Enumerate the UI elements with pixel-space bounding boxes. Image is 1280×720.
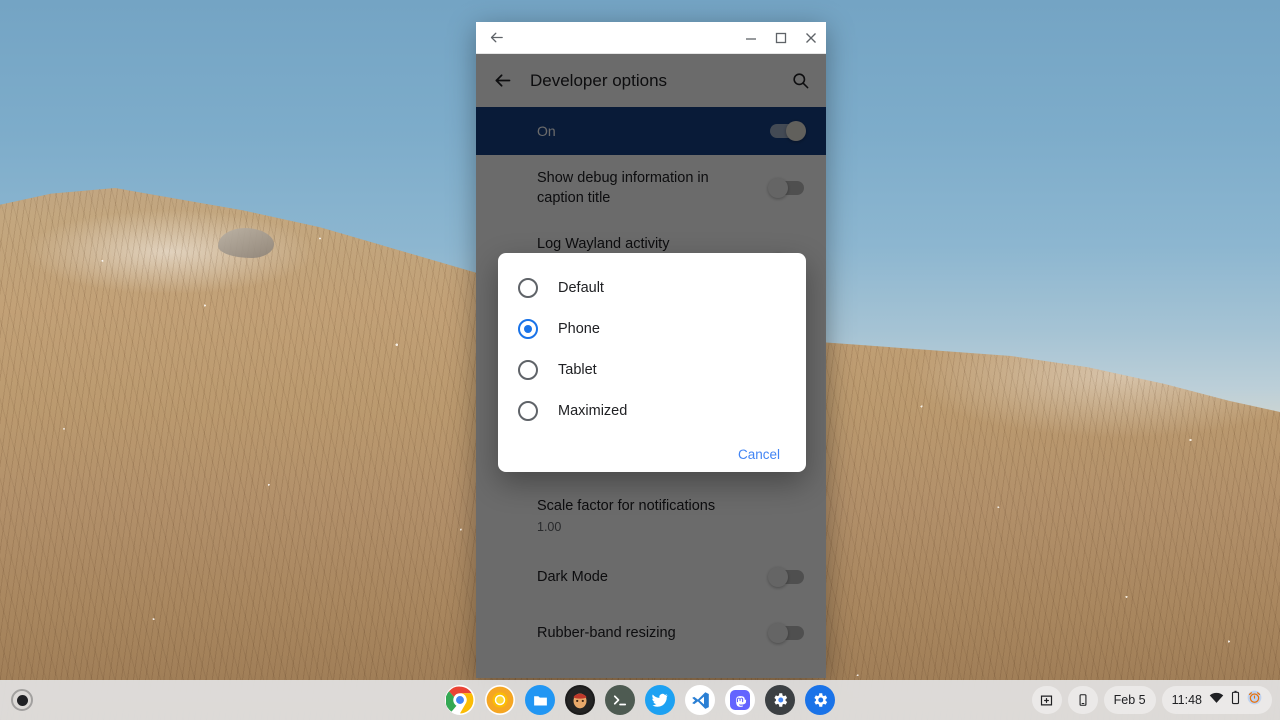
radio-icon[interactable]	[518, 359, 538, 380]
shelf: Feb 5 11:48	[0, 680, 1280, 720]
shelf-item-chrome-canary[interactable]	[485, 685, 515, 715]
desktop: Developer options On Show debug informat…	[0, 0, 1280, 720]
launcher-icon	[11, 689, 33, 711]
clock-label: 11:48	[1171, 693, 1202, 707]
screen-capture-button[interactable]	[1031, 686, 1062, 714]
window-back-icon[interactable]	[476, 22, 516, 54]
maximize-button[interactable]	[766, 22, 796, 54]
window-titlebar	[476, 22, 826, 54]
shelf-item-files[interactable]	[525, 685, 555, 715]
launch-window-size-dialog: Default Phone Tablet Maximized Cancel	[498, 253, 806, 472]
radio-option-label: Maximized	[558, 402, 628, 419]
battery-icon	[1231, 690, 1240, 710]
radio-option-maximized[interactable]: Maximized	[498, 390, 806, 431]
shelf-item-chrome[interactable]	[445, 685, 475, 715]
shelf-item-settings-dark[interactable]	[765, 685, 795, 715]
shelf-item-twitter[interactable]	[645, 685, 675, 715]
radio-option-label: Phone	[558, 320, 600, 337]
radio-option-phone[interactable]: Phone	[498, 308, 806, 349]
shelf-item-mastodon[interactable]	[725, 685, 755, 715]
radio-option-label: Default	[558, 279, 604, 296]
wifi-icon	[1209, 691, 1224, 709]
alarm-icon	[1247, 690, 1262, 710]
shelf-item-media-app[interactable]	[565, 685, 595, 715]
radio-option-tablet[interactable]: Tablet	[498, 349, 806, 390]
launcher-button[interactable]	[10, 688, 34, 712]
date-button[interactable]: Feb 5	[1103, 686, 1156, 714]
radio-icon[interactable]	[518, 400, 538, 421]
wallpaper-rock	[218, 228, 274, 258]
shelf-item-settings-blue[interactable]	[805, 685, 835, 715]
radio-icon[interactable]	[518, 277, 538, 298]
shelf-app-strip	[445, 685, 835, 715]
shelf-item-vscode[interactable]	[685, 685, 715, 715]
status-area-button[interactable]: 11:48	[1161, 686, 1272, 714]
system-tray: Feb 5 11:48	[1031, 686, 1272, 714]
radio-option-label: Tablet	[558, 361, 597, 378]
radio-option-default[interactable]: Default	[498, 267, 806, 308]
minimize-button[interactable]	[736, 22, 766, 54]
phone-hub-button[interactable]	[1067, 686, 1098, 714]
dialog-actions: Cancel	[498, 431, 806, 472]
shelf-item-terminal[interactable]	[605, 685, 635, 715]
cancel-button[interactable]: Cancel	[734, 441, 784, 468]
radio-icon-selected[interactable]	[518, 318, 538, 339]
date-label: Feb 5	[1113, 693, 1146, 707]
close-button[interactable]	[796, 22, 826, 54]
